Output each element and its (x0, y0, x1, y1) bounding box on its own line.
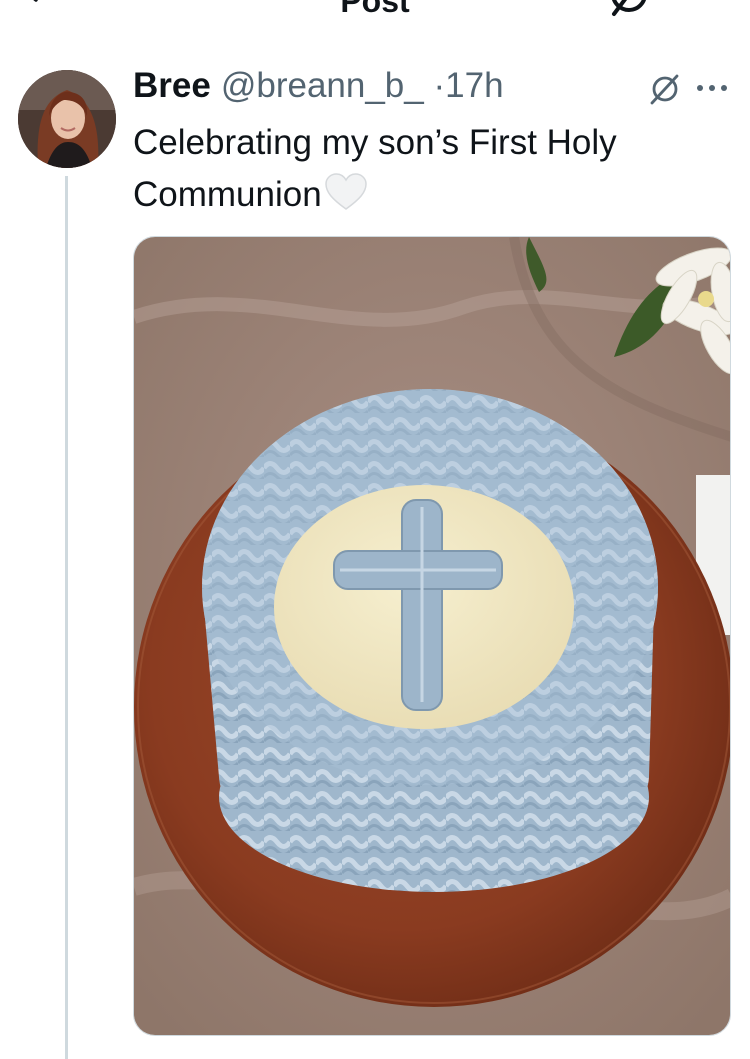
post-media-image[interactable] (133, 236, 731, 1036)
author-avatar[interactable] (18, 70, 116, 168)
post-time[interactable]: 17h (445, 66, 503, 105)
grok-icon[interactable] (608, 0, 650, 18)
top-navigation-bar: Post (0, 0, 750, 22)
post-text: Celebrating my son’s First Holy Communio… (133, 117, 713, 221)
thread-connector-line (65, 176, 68, 1059)
grok-icon[interactable] (646, 72, 682, 106)
separator-dot: · (433, 66, 446, 105)
white-heart-icon (324, 173, 367, 210)
more-horizontal-icon[interactable] (694, 76, 730, 100)
avatar-image (18, 70, 116, 168)
more-icon[interactable] (668, 0, 714, 8)
post-text-content: Celebrating my son’s First Holy Communio… (133, 123, 617, 214)
handle-text: @breann_b_ (220, 66, 424, 105)
cake-photo (134, 237, 730, 1035)
author-handle[interactable]: @breann_b_ ·17h (221, 66, 504, 105)
author-name[interactable]: Bree (133, 66, 211, 105)
post-header: Bree @breann_b_ ·17h (133, 66, 504, 110)
